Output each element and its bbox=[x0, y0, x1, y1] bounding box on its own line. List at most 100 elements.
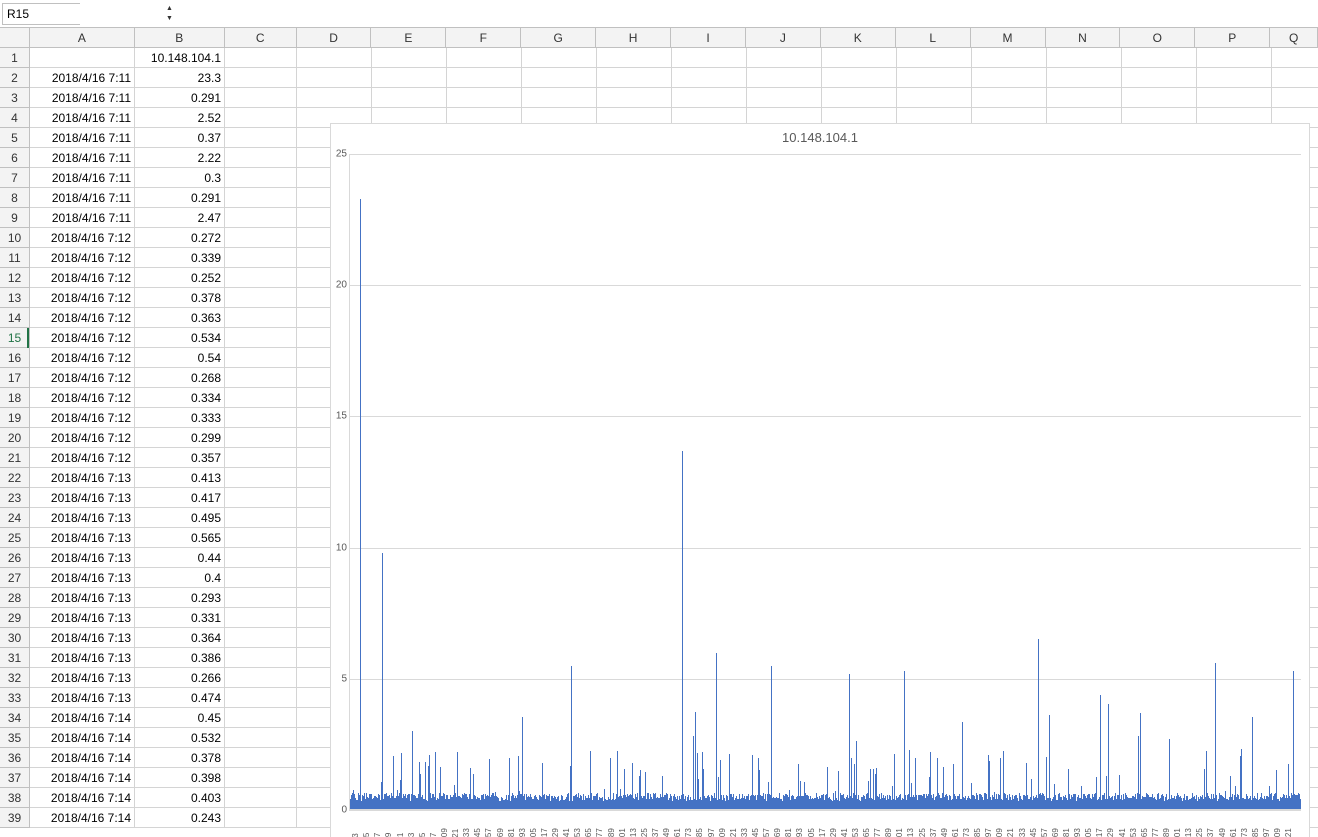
cell[interactable]: 0.252 bbox=[135, 268, 225, 288]
cell[interactable] bbox=[225, 88, 297, 108]
cell[interactable]: 0.268 bbox=[135, 368, 225, 388]
cell[interactable] bbox=[597, 88, 672, 108]
cell[interactable]: 0.333 bbox=[135, 408, 225, 428]
cell[interactable] bbox=[372, 68, 447, 88]
column-header[interactable]: K bbox=[821, 28, 896, 48]
column-header[interactable]: C bbox=[225, 28, 297, 48]
cell[interactable] bbox=[225, 68, 297, 88]
cell[interactable]: 2018/4/16 7:12 bbox=[30, 428, 135, 448]
cell[interactable] bbox=[972, 48, 1047, 68]
row-header[interactable]: 17 bbox=[0, 368, 30, 388]
cell[interactable] bbox=[747, 48, 822, 68]
cell[interactable] bbox=[747, 68, 822, 88]
cell[interactable]: 0.339 bbox=[135, 248, 225, 268]
cell[interactable]: 0.495 bbox=[135, 508, 225, 528]
cell[interactable]: 2018/4/16 7:13 bbox=[30, 668, 135, 688]
cell[interactable]: 2018/4/16 7:12 bbox=[30, 228, 135, 248]
row-header[interactable]: 26 bbox=[0, 548, 30, 568]
cell[interactable]: 2018/4/16 7:12 bbox=[30, 288, 135, 308]
row-header[interactable]: 4 bbox=[0, 108, 30, 128]
cell[interactable] bbox=[1122, 88, 1197, 108]
column-header[interactable]: G bbox=[521, 28, 596, 48]
row-header[interactable]: 3 bbox=[0, 88, 30, 108]
cell[interactable] bbox=[225, 688, 297, 708]
cell[interactable]: 10.148.104.1 bbox=[135, 48, 225, 68]
row-header[interactable]: 5 bbox=[0, 128, 30, 148]
row-header[interactable]: 13 bbox=[0, 288, 30, 308]
row-headers[interactable]: 1234567891011121314151617181920212223242… bbox=[0, 48, 30, 828]
cell[interactable] bbox=[1047, 68, 1122, 88]
cell[interactable]: 0.291 bbox=[135, 188, 225, 208]
row-header[interactable]: 7 bbox=[0, 168, 30, 188]
row-header[interactable]: 1 bbox=[0, 48, 30, 68]
cell[interactable] bbox=[747, 88, 822, 108]
cell[interactable] bbox=[225, 788, 297, 808]
cell[interactable]: 2018/4/16 7:11 bbox=[30, 188, 135, 208]
row-header[interactable]: 27 bbox=[0, 568, 30, 588]
row-header[interactable]: 24 bbox=[0, 508, 30, 528]
row-header[interactable]: 15 bbox=[0, 328, 30, 348]
row-header[interactable]: 19 bbox=[0, 408, 30, 428]
cell[interactable] bbox=[447, 48, 522, 68]
cell[interactable]: 2018/4/16 7:14 bbox=[30, 728, 135, 748]
cell[interactable]: 2018/4/16 7:14 bbox=[30, 748, 135, 768]
cell[interactable] bbox=[225, 448, 297, 468]
cell[interactable] bbox=[225, 428, 297, 448]
cell[interactable] bbox=[225, 768, 297, 788]
row-header[interactable]: 36 bbox=[0, 748, 30, 768]
row-header[interactable]: 37 bbox=[0, 768, 30, 788]
cell[interactable] bbox=[1272, 68, 1318, 88]
cell[interactable] bbox=[225, 808, 297, 828]
cell[interactable]: 2018/4/16 7:13 bbox=[30, 568, 135, 588]
select-all-corner[interactable] bbox=[0, 28, 30, 48]
cell[interactable] bbox=[225, 548, 297, 568]
cell[interactable] bbox=[225, 508, 297, 528]
column-header[interactable]: B bbox=[135, 28, 225, 48]
cell[interactable]: 2018/4/16 7:12 bbox=[30, 268, 135, 288]
cell[interactable]: 0.3 bbox=[135, 168, 225, 188]
cell[interactable] bbox=[225, 728, 297, 748]
column-header[interactable]: F bbox=[446, 28, 521, 48]
cell[interactable] bbox=[1047, 48, 1122, 68]
cell[interactable]: 0.532 bbox=[135, 728, 225, 748]
column-header[interactable]: D bbox=[297, 28, 372, 48]
cell[interactable]: 2018/4/16 7:13 bbox=[30, 588, 135, 608]
cell[interactable] bbox=[297, 68, 372, 88]
cell[interactable]: 0.37 bbox=[135, 128, 225, 148]
cell[interactable]: 0.44 bbox=[135, 548, 225, 568]
cell[interactable]: 0.398 bbox=[135, 768, 225, 788]
cell[interactable] bbox=[522, 88, 597, 108]
cell[interactable]: 2.22 bbox=[135, 148, 225, 168]
cell[interactable]: 2018/4/16 7:14 bbox=[30, 808, 135, 828]
column-header[interactable]: N bbox=[1046, 28, 1121, 48]
cell[interactable]: 2018/4/16 7:13 bbox=[30, 528, 135, 548]
cell[interactable] bbox=[225, 628, 297, 648]
cell[interactable]: 2018/4/16 7:12 bbox=[30, 408, 135, 428]
cell[interactable] bbox=[225, 168, 297, 188]
cell[interactable] bbox=[1197, 48, 1272, 68]
cell[interactable] bbox=[225, 128, 297, 148]
cell[interactable]: 0.364 bbox=[135, 628, 225, 648]
cell[interactable] bbox=[297, 48, 372, 68]
row-header[interactable]: 33 bbox=[0, 688, 30, 708]
cell[interactable]: 0.417 bbox=[135, 488, 225, 508]
stepper-down-icon[interactable]: ▼ bbox=[166, 14, 173, 24]
cell[interactable] bbox=[897, 48, 972, 68]
cell[interactable]: 2018/4/16 7:11 bbox=[30, 108, 135, 128]
cell[interactable] bbox=[225, 648, 297, 668]
cell[interactable]: 2018/4/16 7:14 bbox=[30, 708, 135, 728]
cell[interactable] bbox=[225, 748, 297, 768]
row-header[interactable]: 29 bbox=[0, 608, 30, 628]
cell[interactable] bbox=[225, 108, 297, 128]
cell[interactable] bbox=[672, 68, 747, 88]
cell[interactable]: 2018/4/16 7:11 bbox=[30, 88, 135, 108]
cell[interactable] bbox=[225, 328, 297, 348]
cell[interactable]: 2018/4/16 7:12 bbox=[30, 248, 135, 268]
row-header[interactable]: 38 bbox=[0, 788, 30, 808]
cell[interactable] bbox=[1122, 48, 1197, 68]
row-header[interactable]: 34 bbox=[0, 708, 30, 728]
cell[interactable] bbox=[225, 308, 297, 328]
cell[interactable] bbox=[225, 568, 297, 588]
cell[interactable]: 2018/4/16 7:12 bbox=[30, 388, 135, 408]
cell[interactable]: 2018/4/16 7:12 bbox=[30, 448, 135, 468]
